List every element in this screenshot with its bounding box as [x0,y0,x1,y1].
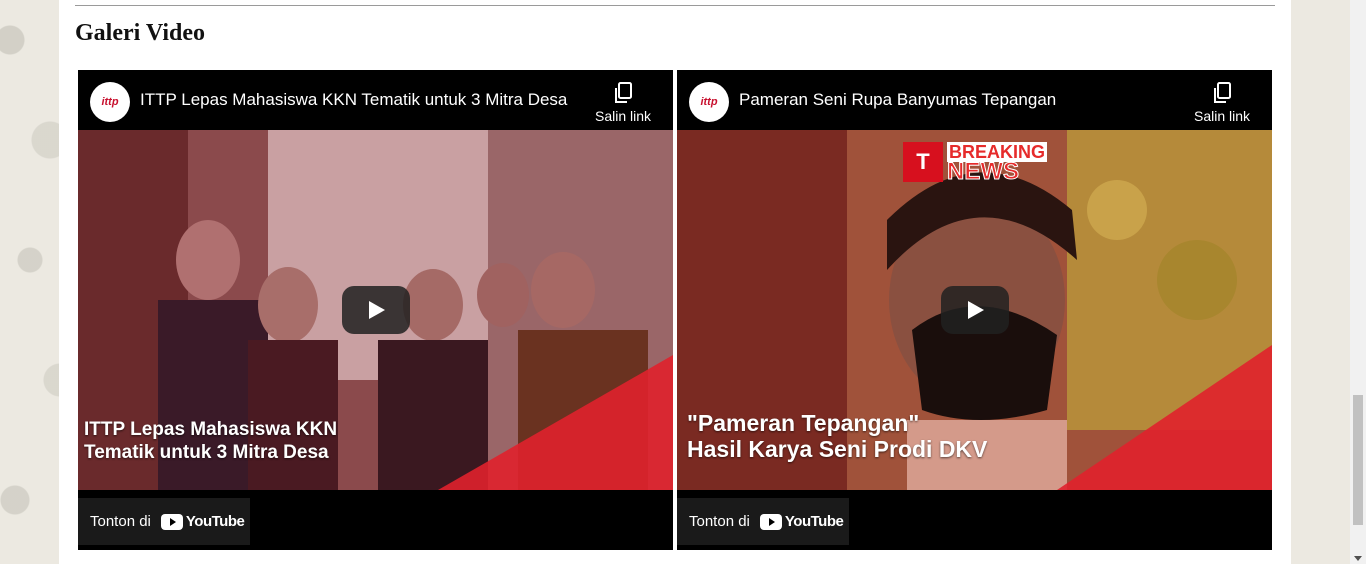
play-icon [968,301,984,319]
thumbnail-caption: ITTP Lepas Mahasiswa KKN Tematik untuk 3… [84,418,337,464]
breaking-news-badge: T BREAKING NEWS [903,142,1048,185]
play-button[interactable] [941,286,1009,334]
watch-label: Tonton di [689,513,750,530]
video-footer: Tonton di YouTube [677,490,1272,550]
caption-line-2: Tematik untuk 3 Mitra Desa [84,442,329,463]
video-player-2[interactable]: T BREAKING NEWS "Pameran Tepangan" Hasil… [677,70,1272,550]
youtube-play-icon [759,513,782,530]
divider [75,5,1275,6]
video-player-1[interactable]: ITTP Lepas Mahasiswa KKN Tematik untuk 3… [78,70,673,550]
thumbnail-caption: "Pameran Tepangan" Hasil Karya Seni Prod… [687,410,987,462]
youtube-wordmark: YouTube [784,513,844,530]
channel-avatar[interactable]: ittp [689,82,729,122]
video-thumbnail[interactable]: ITTP Lepas Mahasiswa KKN Tematik untuk 3… [78,130,673,490]
section-title: Galeri Video [75,20,205,46]
youtube-logo: YouTube [759,513,844,530]
scrollbar-thumb[interactable] [1353,395,1363,525]
page-scrollbar[interactable] [1350,0,1366,564]
video-header: ittp ITTP Lepas Mahasiswa KKN Tematik un… [78,70,673,130]
copy-icon [615,82,632,103]
scroll-down-arrow-icon[interactable] [1354,556,1362,561]
video-title[interactable]: ITTP Lepas Mahasiswa KKN Tematik untuk 3… [140,90,590,110]
play-button[interactable] [342,286,410,334]
copy-link-label: Salin link [1193,108,1251,124]
caption-line-2: Hasil Karya Seni Prodi DKV [687,436,988,462]
play-icon [369,301,385,319]
caption-line-1: "Pameran Tepangan" [687,410,920,436]
copy-icon [1214,82,1231,103]
news-label: NEWS [946,158,1019,185]
video-header: ittp Pameran Seni Rupa Banyumas Tepangan… [677,70,1272,130]
channel-avatar[interactable]: ittp [90,82,130,122]
copy-link-button[interactable]: Salin link [1192,82,1252,126]
watch-on-youtube-button[interactable]: Tonton di YouTube [78,498,250,545]
caption-line-1: ITTP Lepas Mahasiswa KKN [84,419,338,440]
content-panel: Galeri Video ITTP Lepas Mahasiswa KKN Te… [59,0,1291,564]
video-title[interactable]: Pameran Seni Rupa Banyumas Tepangan [739,90,1189,110]
video-footer: Tonton di YouTube [78,490,673,550]
video-thumbnail[interactable]: T BREAKING NEWS "Pameran Tepangan" Hasil… [677,130,1272,490]
youtube-logo: YouTube [160,513,245,530]
news-logo-icon: T [903,142,943,182]
watch-label: Tonton di [90,513,151,530]
watch-on-youtube-button[interactable]: Tonton di YouTube [677,498,849,545]
youtube-play-icon [160,513,183,530]
copy-link-button[interactable]: Salin link [593,82,653,126]
copy-link-label: Salin link [594,108,652,124]
youtube-wordmark: YouTube [185,513,245,530]
